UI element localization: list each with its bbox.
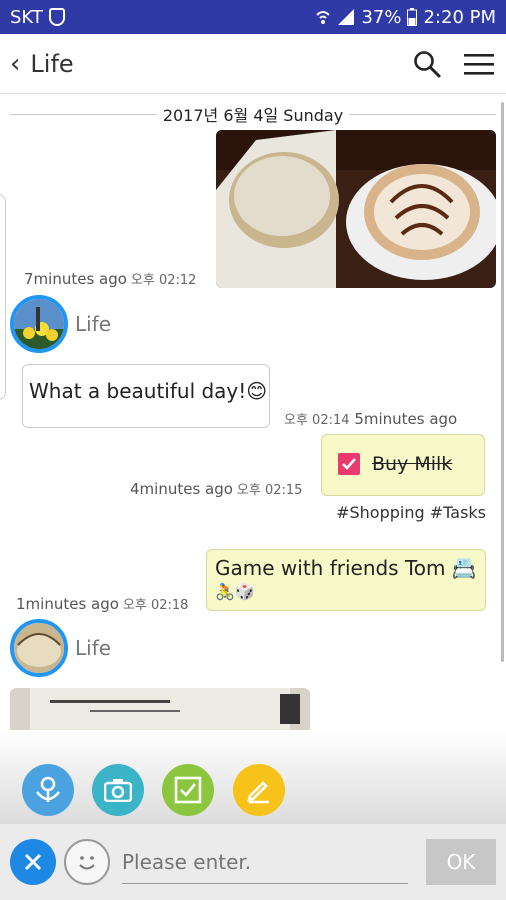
message-time-4: 1minutes ago 오후 02:18: [16, 594, 188, 613]
relative-time: 4minutes ago: [130, 480, 233, 498]
clock-time: 오후 02:14: [284, 413, 350, 428]
app-header: ‹ Life: [0, 34, 506, 94]
carrier-label: SKT: [10, 6, 43, 28]
flower-avatar-image: [14, 299, 64, 349]
relative-time: 1minutes ago: [16, 595, 119, 613]
avatar[interactable]: [10, 295, 68, 353]
search-icon: [414, 50, 441, 77]
flower-icon: [35, 776, 61, 802]
message-time-1: 7minutes ago 오후 02:12: [24, 269, 196, 288]
date-label: 2017년 6월 4일 Sunday: [162, 106, 344, 125]
task-text: Buy Milk: [372, 453, 453, 475]
task-message-bubble[interactable]: Buy Milk: [321, 434, 485, 496]
chat-area[interactable]: 2017년 6월 4일 Sunday 7minutes ago오후 02:12: [0, 94, 506, 730]
page-title: Life: [30, 49, 74, 78]
divider-line-left: [10, 113, 157, 115]
message-time-3: 4minutes ago 오후 02:15: [130, 479, 302, 498]
clock-time: 오후 02:15: [236, 483, 303, 498]
message-text: Game with friends Tom 📇: [215, 556, 477, 580]
message-text: What a beautiful day!😊: [29, 379, 268, 403]
clock-time: 오후 02:18: [122, 598, 189, 613]
task-button[interactable]: [162, 764, 214, 816]
input-bar: OK: [0, 824, 506, 900]
pastry-avatar-image: [14, 623, 64, 673]
sender-name: Life: [75, 636, 112, 660]
battery-level: 37%: [361, 6, 402, 28]
date-divider: 2017년 6월 4일 Sunday: [10, 104, 496, 125]
camera-icon: [104, 779, 132, 802]
note-button[interactable]: [233, 764, 285, 816]
relative-time: 5minutes ago: [354, 410, 458, 428]
ok-button[interactable]: OK: [426, 839, 496, 885]
status-left: SKT: [10, 7, 65, 28]
relative-time: 7minutes ago: [24, 270, 127, 288]
message-time-2: 오후 02:14 5minutes ago: [280, 409, 457, 428]
avatar[interactable]: [10, 619, 68, 677]
photo-message-document[interactable]: [10, 688, 310, 730]
wifi-icon: [316, 11, 331, 24]
status-bar: SKT 37% 2:20 PM: [0, 0, 506, 34]
search-button[interactable]: [410, 47, 444, 81]
clock-time: 오후 02:12: [130, 273, 197, 288]
pencil-icon: [247, 781, 269, 804]
signal-icon: [338, 9, 355, 25]
camera-button[interactable]: [92, 764, 144, 816]
photo-message-coffee[interactable]: [216, 130, 496, 288]
checkbox-icon: [174, 776, 202, 804]
close-button[interactable]: [10, 839, 56, 885]
sender-name: Life: [75, 312, 112, 336]
message-input[interactable]: [122, 840, 408, 884]
smiley-icon: [79, 856, 95, 870]
coffee-pastry-photo: [216, 130, 496, 288]
header-actions: [410, 47, 496, 81]
image-attach-button[interactable]: [22, 764, 74, 816]
document-photo: [10, 688, 310, 730]
close-icon: [24, 853, 42, 871]
back-chevron-icon[interactable]: ‹: [10, 49, 20, 79]
emoji-button[interactable]: [64, 839, 110, 885]
text-message-bubble-yellow[interactable]: Game with friends Tom 📇 🚴🎲: [206, 549, 486, 611]
text-message-bubble[interactable]: What a beautiful day!😊: [22, 364, 270, 428]
menu-button[interactable]: [462, 47, 496, 81]
hamburger-menu-icon: [464, 53, 494, 75]
message-emoji-line: 🚴🎲: [215, 582, 255, 601]
side-panel-edge[interactable]: [0, 194, 6, 400]
status-right: 37% 2:20 PM: [315, 7, 496, 28]
attachment-actions: [0, 730, 506, 824]
battery-icon: [407, 8, 418, 26]
scrollbar[interactable]: [501, 102, 504, 662]
checkbox-checked-icon[interactable]: [338, 453, 360, 475]
clock: 2:20 PM: [423, 6, 496, 28]
shield-icon: [48, 8, 65, 26]
task-tags[interactable]: #Shopping #Tasks: [336, 503, 486, 522]
divider-line-right: [349, 113, 496, 115]
